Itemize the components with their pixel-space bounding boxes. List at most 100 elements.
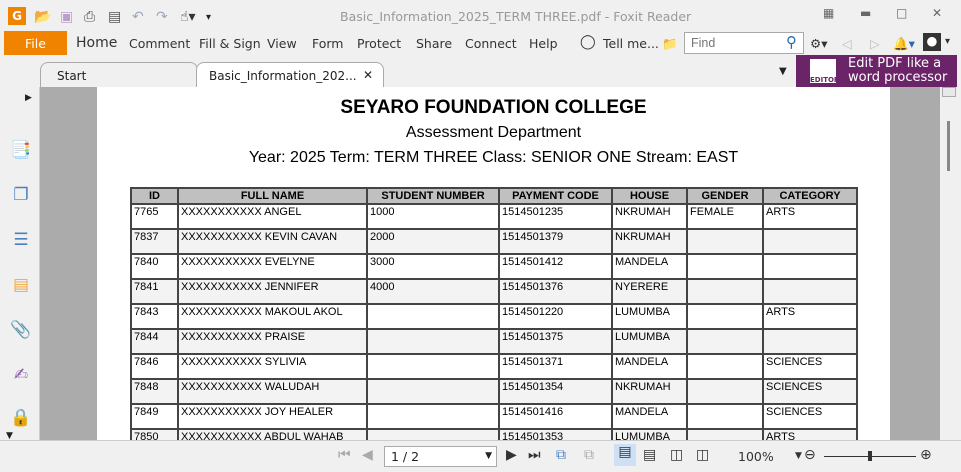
- previous-page-button[interactable]: ◀: [362, 447, 373, 463]
- bell-icon[interactable]: 🔔▾: [893, 36, 915, 52]
- expand-panel-icon[interactable]: ▶: [25, 93, 32, 103]
- tab-document[interactable]: Basic_Information_202... ✕: [196, 62, 384, 88]
- table-cell: SCIENCES: [762, 403, 858, 430]
- table-cell: 2000: [366, 228, 500, 255]
- bookmark-icon[interactable]: 📑: [10, 140, 32, 162]
- table-row: 7765 XXXXXXXXXXX ANGEL 1000 1514501235 NKRUM…: [130, 203, 858, 230]
- table-cell: 1514501376: [498, 278, 613, 305]
- redo-icon[interactable]: ↷: [156, 8, 168, 26]
- minimize-button[interactable]: ▬: [860, 6, 871, 20]
- pages-icon[interactable]: ❐: [10, 185, 32, 207]
- tabs-dropdown-icon[interactable]: ▼: [779, 66, 787, 77]
- table-cell: 1514501353: [498, 428, 613, 440]
- table-cell: XXXXXXXXXXX ABDUL WAHAB: [177, 428, 368, 440]
- tab-comment[interactable]: Comment: [129, 36, 190, 51]
- table-row: 7844 XXXXXXXXXXX PRAISE 1514501375 LUMUMBA: [130, 328, 858, 355]
- close-button[interactable]: ✕: [932, 6, 942, 20]
- scroll-up-button[interactable]: [942, 87, 956, 97]
- save-icon[interactable]: ▣: [60, 8, 73, 26]
- security-icon[interactable]: 🔒: [10, 408, 32, 430]
- previous-view-button[interactable]: ⧉: [556, 447, 566, 463]
- next-icon[interactable]: ▷: [870, 36, 880, 51]
- table-cell: 1514501416: [498, 403, 613, 430]
- search-icon[interactable]: ⚲: [786, 33, 797, 51]
- print-icon[interactable]: ⎙: [84, 8, 95, 26]
- zoom-slider-thumb[interactable]: [868, 451, 872, 461]
- column-header: STUDENT NUMBER: [366, 187, 500, 205]
- first-page-button[interactable]: ⏮: [338, 447, 351, 463]
- table-row: 7846 XXXXXXXXXXX SYLIVIA 1514501371 MANDELA…: [130, 353, 858, 380]
- attachments-icon[interactable]: 📎: [10, 320, 32, 342]
- single-page-button[interactable]: ▤: [614, 444, 636, 466]
- foxit-logo-icon[interactable]: G: [8, 7, 26, 25]
- tab-share[interactable]: Share: [416, 36, 452, 51]
- editor-logo-icon: EDITOR: [810, 59, 839, 84]
- zoom-in-button[interactable]: ⊕: [920, 447, 932, 463]
- undo-icon[interactable]: ↶: [132, 8, 144, 26]
- table-cell: 7846: [130, 353, 179, 380]
- tab-form[interactable]: Form: [312, 36, 344, 51]
- facing-button[interactable]: ◫: [670, 447, 683, 463]
- tab-start[interactable]: Start: [40, 62, 198, 88]
- table-cell: [762, 253, 858, 280]
- close-tab-icon[interactable]: ✕: [363, 68, 373, 82]
- zoom-out-button[interactable]: ⊖: [804, 447, 816, 463]
- customize-icon[interactable]: ▾: [206, 8, 211, 26]
- tab-protect[interactable]: Protect: [357, 36, 401, 51]
- table-cell: 7848: [130, 378, 179, 405]
- document-viewer: SEYARO FOUNDATION COLLEGE Assessment Dep…: [40, 87, 940, 440]
- table-cell: XXXXXXXXXXX ANGEL: [177, 203, 368, 230]
- table-row: 7840 XXXXXXXXXXX EVELYNE 3000 1514501412 MAN…: [130, 253, 858, 280]
- column-header: HOUSE: [611, 187, 688, 205]
- vertical-scrollbar[interactable]: [940, 87, 958, 440]
- table-cell: 7844: [130, 328, 179, 355]
- gear-icon[interactable]: ⚙▾: [810, 36, 827, 51]
- table-cell: 4000: [366, 278, 500, 305]
- table-cell: [686, 403, 764, 430]
- tab-fill-sign[interactable]: Fill & Sign: [199, 36, 261, 51]
- table-cell: [686, 228, 764, 255]
- table-cell: 7841: [130, 278, 179, 305]
- table-cell: XXXXXXXXXXX JENNIFER: [177, 278, 368, 305]
- file-menu[interactable]: File: [4, 31, 67, 55]
- zoom-level[interactable]: 100%: [738, 449, 774, 464]
- table-cell: NKRUMAH: [611, 228, 688, 255]
- next-view-button[interactable]: ⧉: [584, 447, 594, 463]
- table-cell: [686, 303, 764, 330]
- hand-tool-icon[interactable]: ☝▾: [180, 8, 196, 26]
- department: Assessment Department: [405, 124, 582, 141]
- page-number-input[interactable]: 1 / 2 ▼: [384, 446, 497, 467]
- open-folder-icon[interactable]: 📂: [34, 8, 51, 26]
- scrollbar-thumb[interactable]: [947, 121, 950, 171]
- table-cell: [686, 328, 764, 355]
- scan-icon[interactable]: ▤: [108, 8, 121, 26]
- tab-home[interactable]: Home: [76, 35, 117, 51]
- fullscreen-icon[interactable]: ▦: [823, 6, 834, 20]
- previous-icon[interactable]: ◁: [842, 36, 852, 51]
- continuous-button[interactable]: ▤: [643, 447, 656, 463]
- comments-icon[interactable]: ▤: [10, 275, 32, 297]
- table-cell: FEMALE: [686, 203, 764, 230]
- next-page-button[interactable]: ▶: [506, 447, 517, 463]
- table-cell: 1514501235: [498, 203, 613, 230]
- zoom-dropdown-icon[interactable]: ▼: [795, 451, 802, 461]
- table-cell: 7849: [130, 403, 179, 430]
- table-cell: LUMUMBA: [611, 328, 688, 355]
- account-chevron-icon[interactable]: ▾: [945, 36, 950, 47]
- signature-icon[interactable]: ✍: [10, 365, 32, 387]
- search-folder-icon[interactable]: 📁: [662, 36, 678, 52]
- tab-help[interactable]: Help: [529, 36, 558, 51]
- table-cell: 7843: [130, 303, 179, 330]
- continuous-facing-button[interactable]: ◫: [696, 447, 709, 463]
- table-cell: 1514501375: [498, 328, 613, 355]
- tab-view[interactable]: View: [267, 36, 297, 51]
- avatar[interactable]: ●: [923, 33, 941, 51]
- table-row: 7849 XXXXXXXXXXX JOY HEALER 1514501416 MAND…: [130, 403, 858, 430]
- editor-promo[interactable]: EDITOR Edit PDF like a word processor: [796, 55, 957, 87]
- table-cell: [762, 328, 858, 355]
- tab-connect[interactable]: Connect: [465, 36, 517, 51]
- layers-icon[interactable]: ☰: [10, 230, 32, 252]
- last-page-button[interactable]: ⏭: [528, 447, 541, 463]
- tell-me[interactable]: Tell me...: [603, 36, 659, 51]
- restore-button[interactable]: □: [896, 6, 907, 20]
